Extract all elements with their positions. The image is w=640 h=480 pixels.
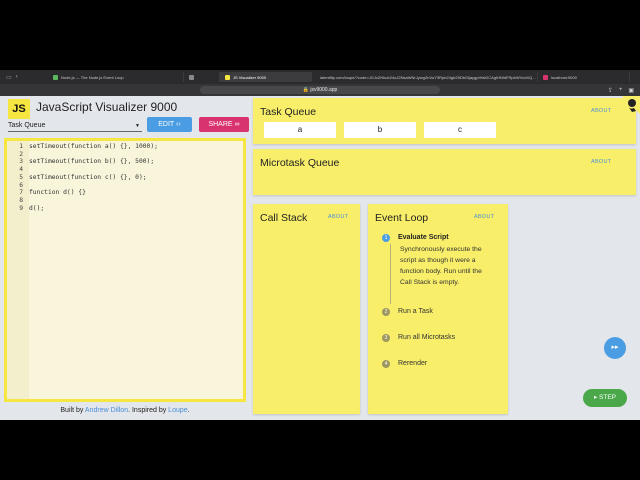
sidebar-toggle-icon[interactable]: ▭ (6, 74, 12, 81)
preset-select[interactable]: Task Queue ▼ (8, 120, 142, 132)
tab-bar: ▭ ‹ Node.js — The Node.js Event Loop JS … (0, 70, 640, 84)
left-panel: JS JavaScript Visualizer 9000 Task Queue… (4, 96, 249, 414)
browser-tab[interactable]: latentflip.com/loupe/?code=JGJvZHkub24oJ… (312, 72, 538, 82)
fast-forward-button[interactable]: ▸▸ (604, 337, 626, 359)
code-icon: ‹› (176, 121, 181, 128)
browser-tab[interactable]: Node.js — The Node.js Event Loop (48, 72, 184, 82)
event-loop-panel: Event Loop ABOUT Synchronously execute t… (368, 204, 508, 414)
page-title: JavaScript Visualizer 9000 (36, 100, 178, 114)
step-number-icon: 1 (382, 234, 390, 242)
tab-label: latentflip.com/loupe/?code=JGJvZHkub24oJ… (320, 74, 536, 80)
chevron-left-icon[interactable]: ‹ (16, 74, 18, 81)
share-button[interactable]: SHARE ∞ (199, 117, 249, 132)
author-link[interactable]: Andrew Dillon (85, 407, 128, 414)
step-number-icon: 3 (382, 334, 390, 342)
microtask-queue-about-link[interactable]: ABOUT (591, 159, 611, 165)
microtask-queue-panel: Microtask Queue ABOUT (253, 149, 636, 195)
edit-button[interactable]: EDIT ‹› (147, 117, 192, 132)
favicon-icon (53, 74, 58, 80)
tabs-icon[interactable]: ▣ (628, 87, 634, 94)
toolbar-icons: ⇪ + ▣ (608, 87, 634, 94)
tab-label: JS Visualizer 9000 (233, 74, 267, 80)
chevron-down-icon: ▼ (135, 123, 140, 129)
task-queue-title: Task Queue (260, 106, 317, 118)
app-page: JS JavaScript Visualizer 9000 Task Queue… (0, 96, 640, 420)
event-loop-title: Event Loop (375, 212, 429, 224)
step-label: Rerender (398, 360, 428, 367)
footer-credits: Built by Andrew Dillon. Inspired by Loup… (4, 407, 246, 414)
link-icon: ∞ (234, 121, 240, 128)
step-description: Synchronously execute the script as thou… (400, 246, 482, 286)
logo: JS (8, 99, 30, 119)
call-stack-panel: Call Stack ABOUT (253, 204, 360, 414)
footer-text: . Inspired by (128, 407, 169, 414)
footer-text: Built by (60, 407, 85, 414)
share-label: SHARE (208, 121, 233, 128)
task-queue-panel: Task Queue ABOUT a b c (253, 98, 636, 144)
browser-tab[interactable]: localhost:9000 (538, 72, 630, 82)
code-line: 9 d(); (7, 205, 243, 213)
tab-label: Node.js — The Node.js Event Loop (61, 74, 124, 80)
footer-text: . (187, 407, 190, 414)
line-number: 9 (19, 204, 23, 212)
microtask-queue-title: Microtask Queue (260, 157, 340, 169)
step-number-icon: 2 (382, 308, 390, 316)
call-stack-title: Call Stack (260, 212, 308, 224)
code-text: d(); (29, 204, 45, 212)
browser-tab-active[interactable]: JS Visualizer 9000 (220, 72, 312, 82)
task-item: b (344, 122, 416, 138)
github-octocat-icon[interactable] (620, 96, 640, 114)
task-queue-about-link[interactable]: ABOUT (591, 108, 611, 114)
task-item: a (264, 122, 336, 138)
step-number-icon: 4 (382, 360, 390, 368)
event-loop-about-link[interactable]: ABOUT (474, 214, 494, 220)
edit-label: EDIT (158, 121, 175, 128)
step-button[interactable]: ▸ STEP (583, 389, 627, 407)
address-bar: 🔒 jsv9000.app ⇪ + ▣ (0, 84, 640, 96)
favicon-icon (543, 74, 548, 80)
lock-icon: 🔒 (302, 87, 309, 93)
url-text: jsv9000.app (310, 87, 338, 93)
step-connector (390, 244, 391, 304)
browser-tab[interactable] (184, 72, 220, 82)
step-label: Evaluate Script (398, 234, 449, 241)
window-controls: ▭ ‹ (0, 74, 48, 81)
step-label: Run a Task (398, 308, 433, 315)
task-item: c (424, 122, 496, 138)
favicon-icon (189, 74, 194, 80)
browser-window: ▭ ‹ Node.js — The Node.js Event Loop JS … (0, 70, 640, 420)
share-icon[interactable]: ⇪ (608, 87, 613, 94)
step-label: Run all Microtasks (398, 334, 456, 341)
url-field[interactable]: 🔒 jsv9000.app (200, 86, 440, 94)
loupe-link[interactable]: Loupe (168, 407, 187, 414)
plus-icon[interactable]: + (619, 87, 623, 94)
call-stack-about-link[interactable]: ABOUT (328, 214, 348, 220)
favicon-icon (225, 74, 230, 80)
code-editor[interactable]: 1 setTimeout(function a() {}, 1000); 2 3 set… (4, 138, 246, 402)
tab-label: localhost:9000 (551, 74, 577, 80)
preset-value: Task Queue (8, 122, 46, 129)
